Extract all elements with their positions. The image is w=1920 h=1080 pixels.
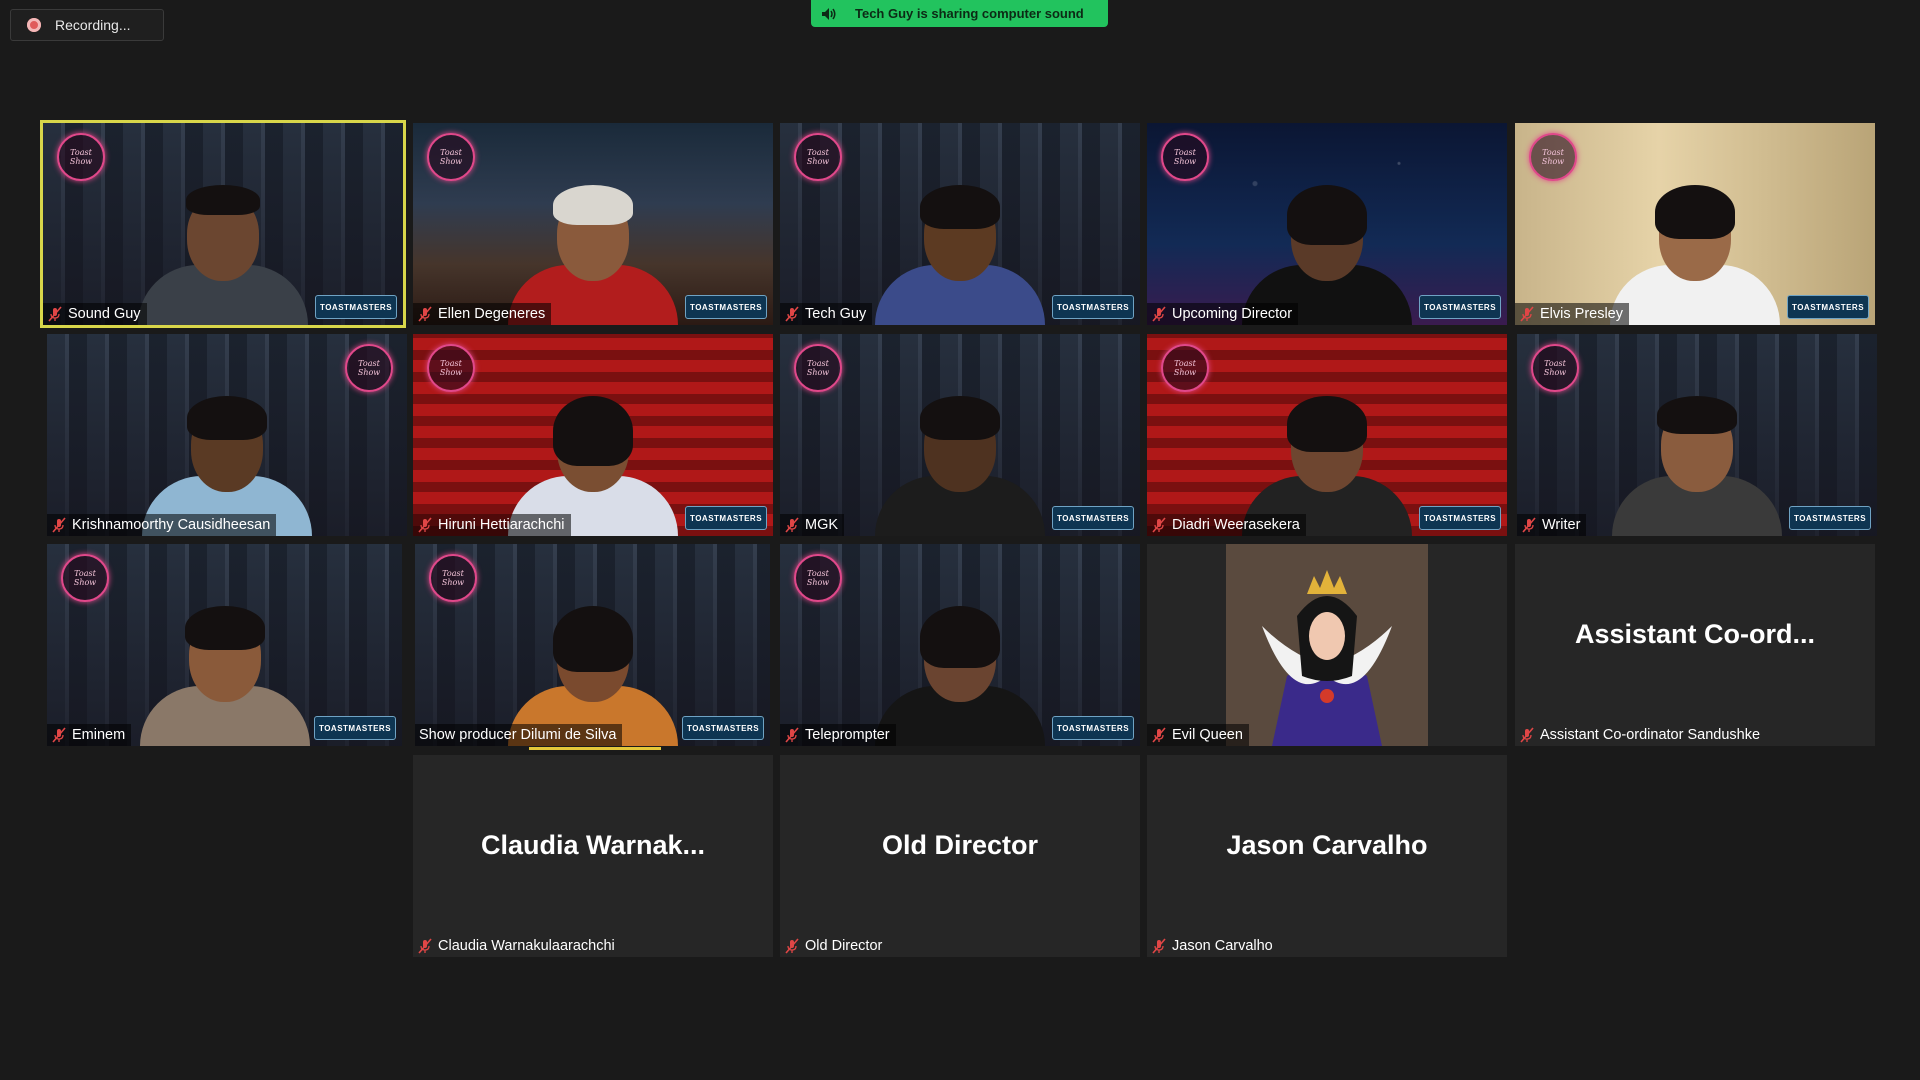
participant-display-name: Jason Carvalho <box>1226 829 1428 860</box>
participant-tile-elvis-presley[interactable]: Toast Show TOASTMASTERS Elvis Presley <box>1515 123 1875 325</box>
participant-name-label: Upcoming Director <box>1147 303 1299 325</box>
participant-display-name: Old Director <box>881 829 1039 860</box>
participant-name-label: Assistant Co-ordinator Sandushke <box>1515 724 1766 746</box>
muted-mic-icon <box>418 517 432 533</box>
muted-mic-icon <box>1152 938 1166 954</box>
participant-tile-show-producer[interactable]: Toast Show TOASTMASTERS Show producer Dil… <box>415 544 770 750</box>
participant-name-label: Tech Guy <box>780 303 873 325</box>
participant-name-label: Show producer Dilumi de Silva <box>415 724 623 746</box>
show-logo-icon: Toast Show <box>345 344 393 392</box>
show-logo-icon: Toast Show <box>1161 133 1209 181</box>
muted-mic-icon <box>1152 306 1166 322</box>
show-logo-icon: Toast Show <box>1161 344 1209 392</box>
participant-tile-upcoming-director[interactable]: Toast Show TOASTMASTERS Upcoming Director <box>1147 123 1507 325</box>
toastmasters-badge: TOASTMASTERS <box>1789 506 1871 530</box>
participant-name-label: Ellen Degeneres <box>413 303 552 325</box>
participant-tile-ellen-degeneres[interactable]: Toast Show TOASTMASTERS Ellen Degeneres <box>413 123 773 325</box>
participant-name-label: Elvis Presley <box>1515 303 1629 325</box>
participant-name-label: Sound Guy <box>43 303 147 325</box>
toastmasters-badge: TOASTMASTERS <box>685 295 767 319</box>
participant-name-label: Writer <box>1517 514 1587 536</box>
participant-display-name: Assistant Co-ord... <box>1574 618 1816 649</box>
participant-name-label: Evil Queen <box>1147 724 1249 746</box>
muted-mic-icon <box>1520 727 1534 743</box>
muted-mic-icon <box>52 727 66 743</box>
participant-tile-eminem[interactable]: Toast Show TOASTMASTERS Eminem <box>47 544 402 746</box>
recording-indicator[interactable]: Recording... <box>10 9 164 41</box>
muted-mic-icon <box>52 517 66 533</box>
muted-mic-icon <box>48 306 62 322</box>
toastmasters-badge: TOASTMASTERS <box>682 716 764 740</box>
muted-mic-icon <box>785 938 799 954</box>
show-logo-icon: Toast Show <box>57 133 105 181</box>
toastmasters-badge: TOASTMASTERS <box>685 506 767 530</box>
show-logo-icon: Toast Show <box>794 133 842 181</box>
participant-display-name: Claudia Warnak... <box>480 829 706 860</box>
show-logo-icon: Toast Show <box>427 133 475 181</box>
participant-tile-old-director[interactable]: Old Director Old Director <box>780 755 1140 957</box>
participant-name-label: Claudia Warnakulaarachchi <box>413 935 621 957</box>
toastmasters-badge: TOASTMASTERS <box>1419 506 1501 530</box>
active-speaker-indicator <box>529 747 661 750</box>
participant-tile-sound-guy[interactable]: Toast Show TOASTMASTERS Sound Guy <box>40 120 406 328</box>
toastmasters-badge: TOASTMASTERS <box>315 295 397 319</box>
speaker-icon <box>822 7 836 20</box>
toastmasters-badge: TOASTMASTERS <box>1052 506 1134 530</box>
participant-name-label: MGK <box>780 514 845 536</box>
participant-tile-assistant-coordinator[interactable]: Assistant Co-ord... Assistant Co-ordinat… <box>1515 544 1875 746</box>
participant-tile-hiruni-hettiarachchi[interactable]: Toast Show TOASTMASTERS Hiruni Hettiarach… <box>413 334 773 536</box>
muted-mic-icon <box>1152 517 1166 533</box>
muted-mic-icon <box>785 306 799 322</box>
muted-mic-icon <box>1152 727 1166 743</box>
participant-video <box>875 386 1045 536</box>
participant-tile-teleprompter[interactable]: Toast Show TOASTMASTERS Teleprompter <box>780 544 1140 746</box>
show-logo-icon: Toast Show <box>794 344 842 392</box>
record-dot-icon <box>27 18 41 32</box>
participant-video <box>1610 175 1780 325</box>
participant-tile-jason-carvalho[interactable]: Jason Carvalho Jason Carvalho <box>1147 755 1507 957</box>
participant-name-label: Jason Carvalho <box>1147 935 1279 957</box>
recording-label: Recording... <box>55 17 131 33</box>
participant-video <box>139 596 310 746</box>
sound-sharing-label: Tech Guy is sharing computer sound <box>855 6 1084 21</box>
participant-name-label: Hiruni Hettiarachchi <box>413 514 571 536</box>
participant-name-label: Teleprompter <box>780 724 896 746</box>
participant-video <box>1612 386 1782 536</box>
show-logo-icon: Toast Show <box>794 554 842 602</box>
participant-name-label: Old Director <box>780 935 888 957</box>
participant-tile-claudia-warnakulaarachchi[interactable]: Claudia Warnak... Claudia Warnakulaarach… <box>413 755 773 957</box>
toastmasters-badge: TOASTMASTERS <box>314 716 396 740</box>
participant-video <box>875 175 1045 325</box>
show-logo-icon: Toast Show <box>61 554 109 602</box>
show-logo-icon: Toast Show <box>1529 133 1577 181</box>
show-logo-icon: Toast Show <box>427 344 475 392</box>
participant-tile-diadri-weerasekera[interactable]: Toast Show TOASTMASTERS Diadri Weeraseker… <box>1147 334 1507 536</box>
toastmasters-badge: TOASTMASTERS <box>1419 295 1501 319</box>
toastmasters-badge: TOASTMASTERS <box>1052 716 1134 740</box>
participant-tile-krishnamoorthy-causidheesan[interactable]: Toast Show Krishnamoorthy Causidheesan <box>47 334 407 536</box>
participant-tile-writer[interactable]: Toast Show TOASTMASTERS Writer <box>1517 334 1877 536</box>
participant-tile-mgk[interactable]: Toast Show TOASTMASTERS MGK <box>780 334 1140 536</box>
muted-mic-icon <box>418 306 432 322</box>
participant-name-label: Krishnamoorthy Causidheesan <box>47 514 277 536</box>
sound-sharing-banner[interactable]: Tech Guy is sharing computer sound <box>811 0 1108 27</box>
muted-mic-icon <box>785 517 799 533</box>
participant-name-label: Eminem <box>47 724 132 746</box>
evil-queen-image <box>1262 570 1392 746</box>
show-logo-icon: Toast Show <box>1531 344 1579 392</box>
show-logo-icon: Toast Show <box>429 554 477 602</box>
participant-video <box>138 175 308 325</box>
muted-mic-icon <box>1522 517 1536 533</box>
participant-name-label: Diadri Weerasekera <box>1147 514 1306 536</box>
toastmasters-badge: TOASTMASTERS <box>1052 295 1134 319</box>
muted-mic-icon <box>785 727 799 743</box>
participant-video <box>875 596 1045 746</box>
participant-tile-tech-guy[interactable]: Toast Show TOASTMASTERS Tech Guy <box>780 123 1140 325</box>
participant-tile-evil-queen[interactable]: Evil Queen <box>1147 544 1507 746</box>
toastmasters-badge: TOASTMASTERS <box>1787 295 1869 319</box>
muted-mic-icon <box>1520 306 1534 322</box>
muted-mic-icon <box>418 938 432 954</box>
